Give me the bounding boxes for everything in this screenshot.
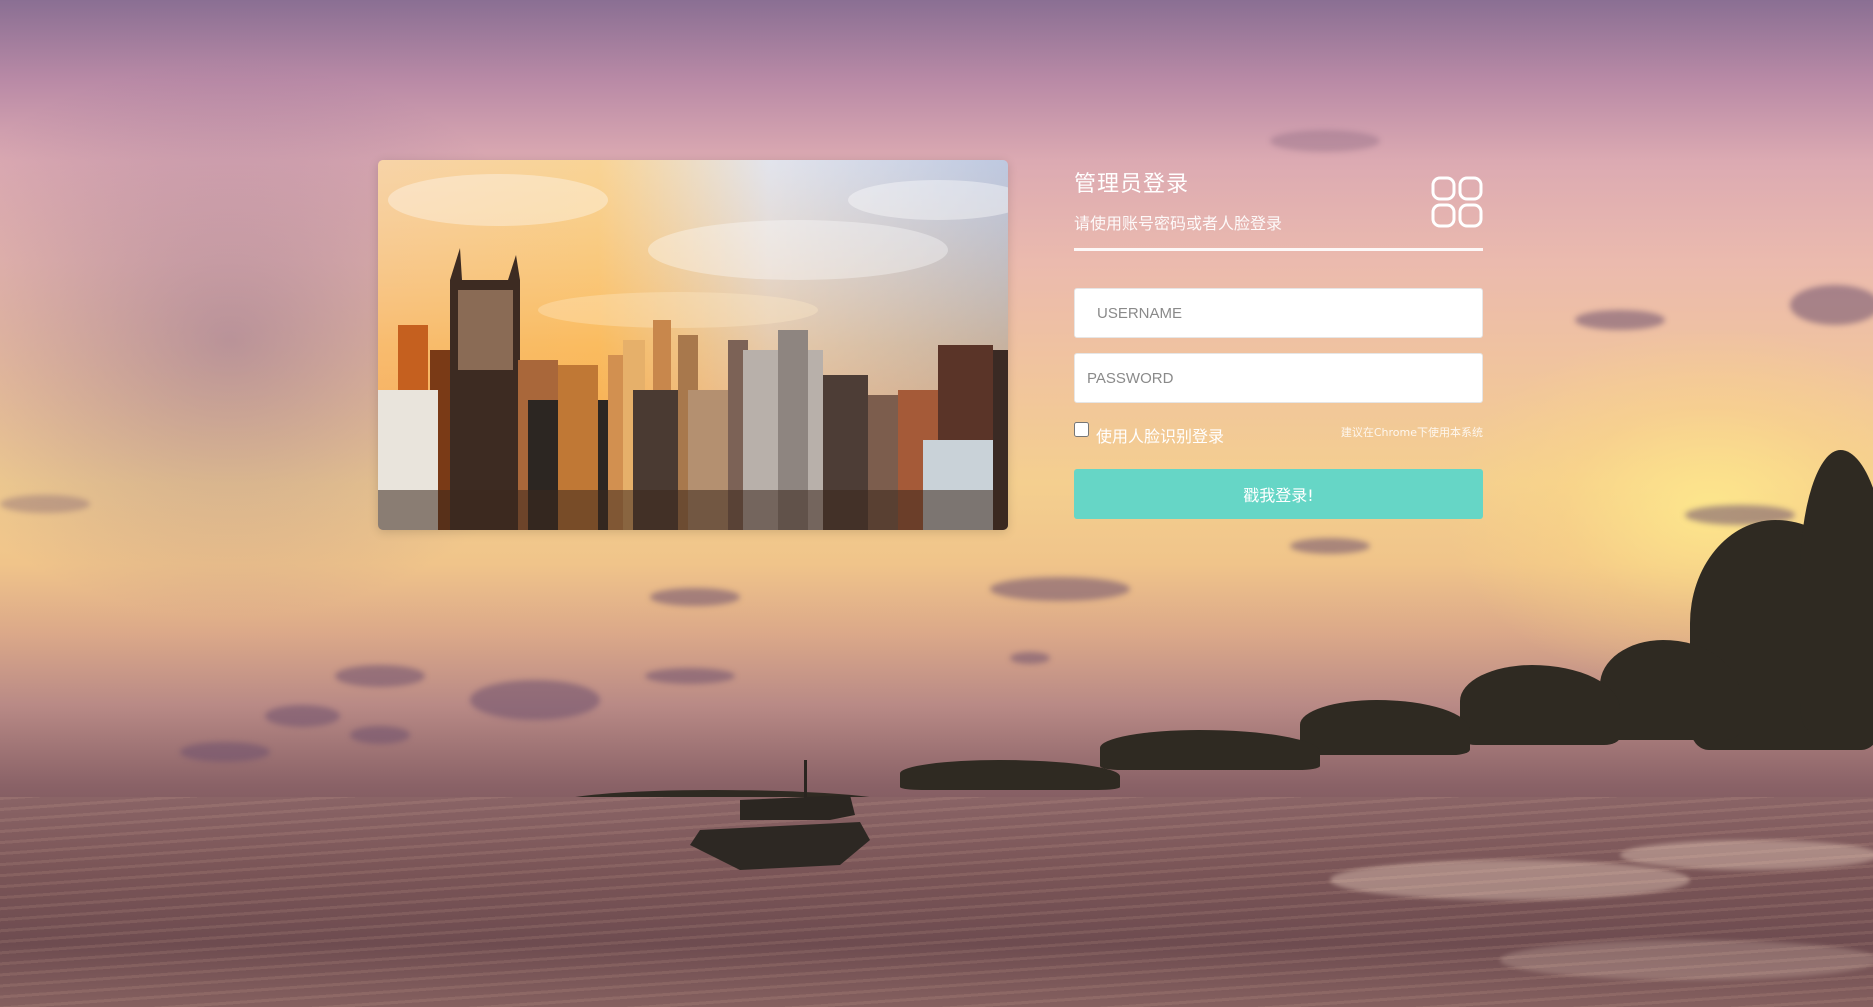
cloud bbox=[650, 588, 740, 606]
username-input[interactable] bbox=[1074, 288, 1483, 338]
city-skyline-image bbox=[378, 160, 1008, 530]
wave bbox=[1330, 860, 1690, 900]
cloud bbox=[470, 680, 600, 720]
cloud bbox=[990, 577, 1130, 601]
cloud bbox=[1575, 310, 1665, 330]
boat bbox=[690, 760, 870, 870]
city-skyline-illustration bbox=[378, 160, 1008, 530]
login-header: 管理员登录 请使用账号密码或者人脸登录 bbox=[1074, 160, 1483, 251]
login-panel: 管理员登录 请使用账号密码或者人脸登录 使用人脸识别登录 建议在Chrome下使… bbox=[1074, 160, 1483, 519]
cloud bbox=[645, 668, 735, 684]
login-title: 管理员登录 bbox=[1074, 172, 1190, 197]
password-input[interactable] bbox=[1074, 353, 1483, 403]
grid-four-icon bbox=[1431, 176, 1483, 228]
cloud bbox=[180, 742, 270, 762]
cloud bbox=[335, 665, 425, 687]
login-subtitle: 请使用账号密码或者人脸登录 bbox=[1074, 214, 1283, 233]
tree bbox=[1100, 730, 1320, 770]
face-login-checkbox[interactable] bbox=[1074, 422, 1089, 437]
wave bbox=[1620, 840, 1873, 870]
cloud bbox=[1790, 285, 1873, 325]
cloud bbox=[0, 495, 90, 513]
browser-hint: 建议在Chrome下使用本系统 bbox=[1340, 426, 1483, 439]
cloud bbox=[1270, 130, 1380, 152]
cloud bbox=[350, 726, 410, 744]
face-login-row: 使用人脸识别登录 建议在Chrome下使用本系统 bbox=[1074, 420, 1483, 447]
tree bbox=[1300, 700, 1470, 755]
tree bbox=[900, 760, 1120, 790]
face-login-label[interactable]: 使用人脸识别登录 bbox=[1096, 423, 1224, 447]
cloud bbox=[1010, 652, 1050, 664]
tree bbox=[1800, 450, 1873, 730]
wave bbox=[1500, 940, 1873, 980]
cloud bbox=[265, 705, 340, 727]
login-button[interactable]: 戳我登录! bbox=[1074, 469, 1483, 519]
cloud bbox=[1290, 538, 1370, 554]
